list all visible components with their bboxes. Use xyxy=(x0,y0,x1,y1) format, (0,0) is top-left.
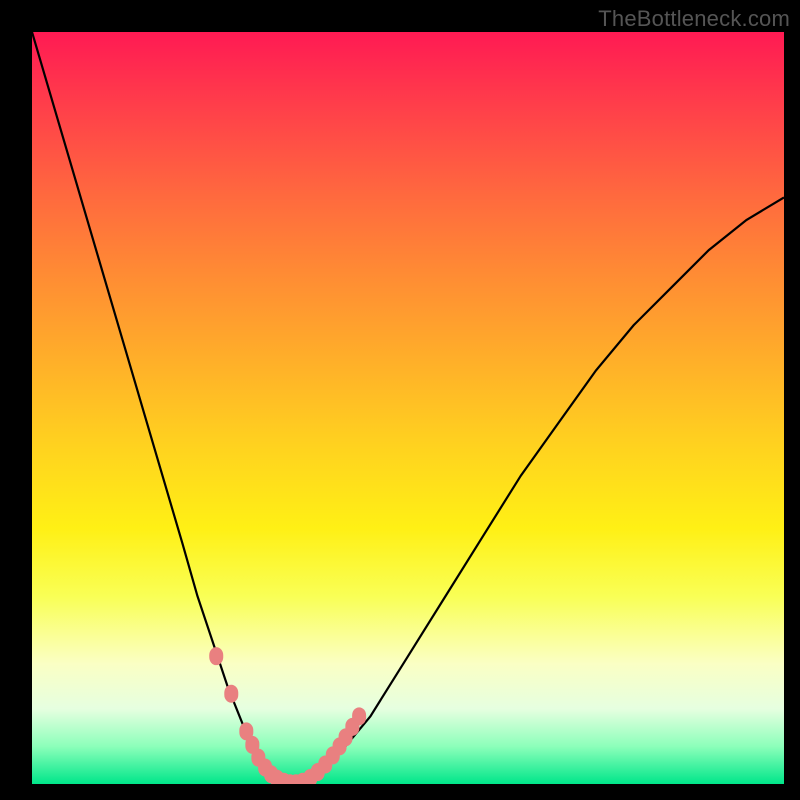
marker-point xyxy=(209,647,223,665)
highlighted-points xyxy=(209,647,366,784)
plot-area xyxy=(32,32,784,784)
bottleneck-curve xyxy=(32,32,784,784)
curve-svg xyxy=(32,32,784,784)
marker-point xyxy=(224,685,238,703)
marker-point xyxy=(352,707,366,725)
watermark-text: TheBottleneck.com xyxy=(598,6,790,32)
